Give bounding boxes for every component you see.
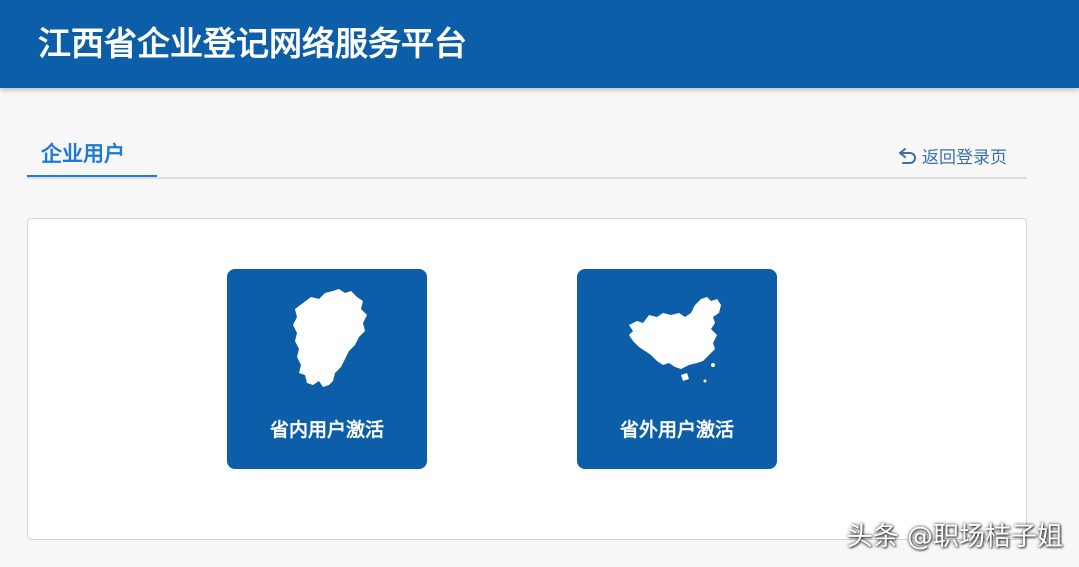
out-of-province-activation-button[interactable]: 省外用户激活: [577, 269, 777, 469]
in-province-activation-label: 省内用户激活: [269, 419, 384, 441]
tab-bar: 企业用户 返回登录页: [27, 128, 1027, 179]
china-map-icon: [629, 297, 721, 383]
out-of-province-activation-label: 省外用户激活: [619, 419, 734, 441]
platform-title: 江西省企业登记网络服务平台: [38, 24, 467, 63]
tab-enterprise-user[interactable]: 企业用户: [27, 128, 157, 177]
back-to-login-label: 返回登录页: [922, 148, 1007, 168]
activation-panel: 省内用户激活 省外用户激活: [27, 218, 1027, 540]
watermark-text: 头条 @职场桔子姐: [846, 522, 1063, 552]
top-header: 江西省企业登记网络服务平台: [0, 0, 1079, 88]
tab-enterprise-user-label: 企业用户: [41, 142, 125, 166]
back-to-login-link[interactable]: 返回登录页: [897, 143, 1007, 168]
in-province-activation-button[interactable]: 省内用户激活: [227, 269, 427, 469]
jiangxi-map-icon: [293, 289, 367, 387]
return-arrow-icon: [899, 147, 916, 164]
